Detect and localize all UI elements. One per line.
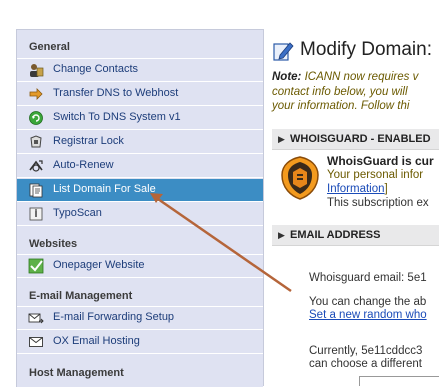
section-title-websites: Websites [29,238,78,250]
sidebar-item-typoscan[interactable]: TypoScan [17,203,263,226]
sidebar-item-label: Transfer DNS to Webhost [53,87,179,99]
sidebar-item-auto-renew[interactable]: Auto-Renew [17,155,263,178]
change-email-text: You can change the ab [309,296,427,308]
arrow-right-icon [28,86,44,102]
section-title-email-management: E-mail Management [29,290,133,302]
note-text: contact info below, you will [272,85,408,98]
section-header-label: WHOISGUARD - ENABLED [290,133,431,145]
sidebar-item-list-domain-for-sale[interactable]: List Domain For Sale [17,179,263,202]
edit-document-icon [272,40,294,62]
icann-note: Note: ICANN now requires v contact info … [272,70,439,114]
sidebar-item-switch-dns[interactable]: Switch To DNS System v1 [17,107,263,130]
whoisguard-section-header[interactable]: ▶ WHOISGUARD - ENABLED [272,129,439,150]
sidebar-item-transfer-dns[interactable]: Transfer DNS to Webhost [17,83,263,106]
triangle-right-icon: ▶ [278,230,285,240]
note-label: Note: [272,71,302,83]
sidebar-item-label: E-mail Forwarding Setup [53,311,175,323]
whoisguard-shield-icon [280,155,320,201]
sidebar-item-label: Registrar Lock [53,135,124,147]
envelope-icon [28,334,44,350]
envelope-forward-icon [28,310,44,326]
bracket-text: ] [384,183,388,195]
sidebar-item-ox-email-hosting[interactable]: OX Email Hosting [17,331,263,354]
current-forward-text-2: can choose a different [309,358,422,370]
section-header-label: EMAIL ADDRESS [290,229,381,241]
note-text: your information. Follow thi [272,100,410,112]
sidebar-item-label: Auto-Renew [53,159,114,171]
sidebar-item-label: OX Email Hosting [53,335,140,347]
sidebar-item-registrar-lock[interactable]: Registrar Lock [17,131,263,154]
note-text: ICANN now requires v [301,71,419,83]
set-random-email-link[interactable]: Set a new random who [309,309,427,321]
page-title: Modify Domain: [300,39,432,60]
sidebar-item-label: List Domain For Sale [53,183,156,195]
auto-renew-icon [28,158,44,174]
sidebar-item-label: TypoScan [53,207,102,219]
random-email-link-row: Set a new random who [309,309,427,321]
whoisguard-status: WhoisGuard is cur Your personal infor In… [327,154,434,210]
sidebar-item-label: Change Contacts [53,63,138,75]
checkmark-icon [28,258,44,274]
email-address-section-header[interactable]: ▶ EMAIL ADDRESS [272,225,439,246]
whoisguard-status-title: WhoisGuard is cur [327,154,434,168]
section-title-host-management: Host Management [29,367,124,379]
subscription-text: This subscription ex [327,197,429,209]
contacts-icon [28,62,44,78]
forward-select[interactable] [359,376,439,386]
information-link[interactable]: Information [327,183,385,195]
typoscan-icon [28,206,44,222]
section-title-general: General [29,41,70,53]
sidebar-item-onepager-website[interactable]: Onepager Website [17,255,263,278]
sidebar-item-email-forwarding[interactable]: E-mail Forwarding Setup [17,307,263,330]
whoisguard-email-label: Whoisguard email: 5e1 [309,272,427,284]
sidebar-item-change-contacts[interactable]: Change Contacts [17,59,263,82]
current-forward-text: Currently, 5e11cddcc3 [309,345,423,357]
sidebar: General Change Contacts Transfer DNS to … [16,29,263,387]
lock-icon [28,134,44,150]
triangle-right-icon: ▶ [278,134,285,144]
main-panel: Modify Domain: Note: ICANN now requires … [263,29,439,386]
dns-switch-icon [28,110,44,126]
sidebar-item-label: Switch To DNS System v1 [53,111,181,123]
document-icon [28,182,44,198]
whoisguard-status-text: Your personal infor [327,169,424,181]
sidebar-item-label: Onepager Website [53,259,145,271]
